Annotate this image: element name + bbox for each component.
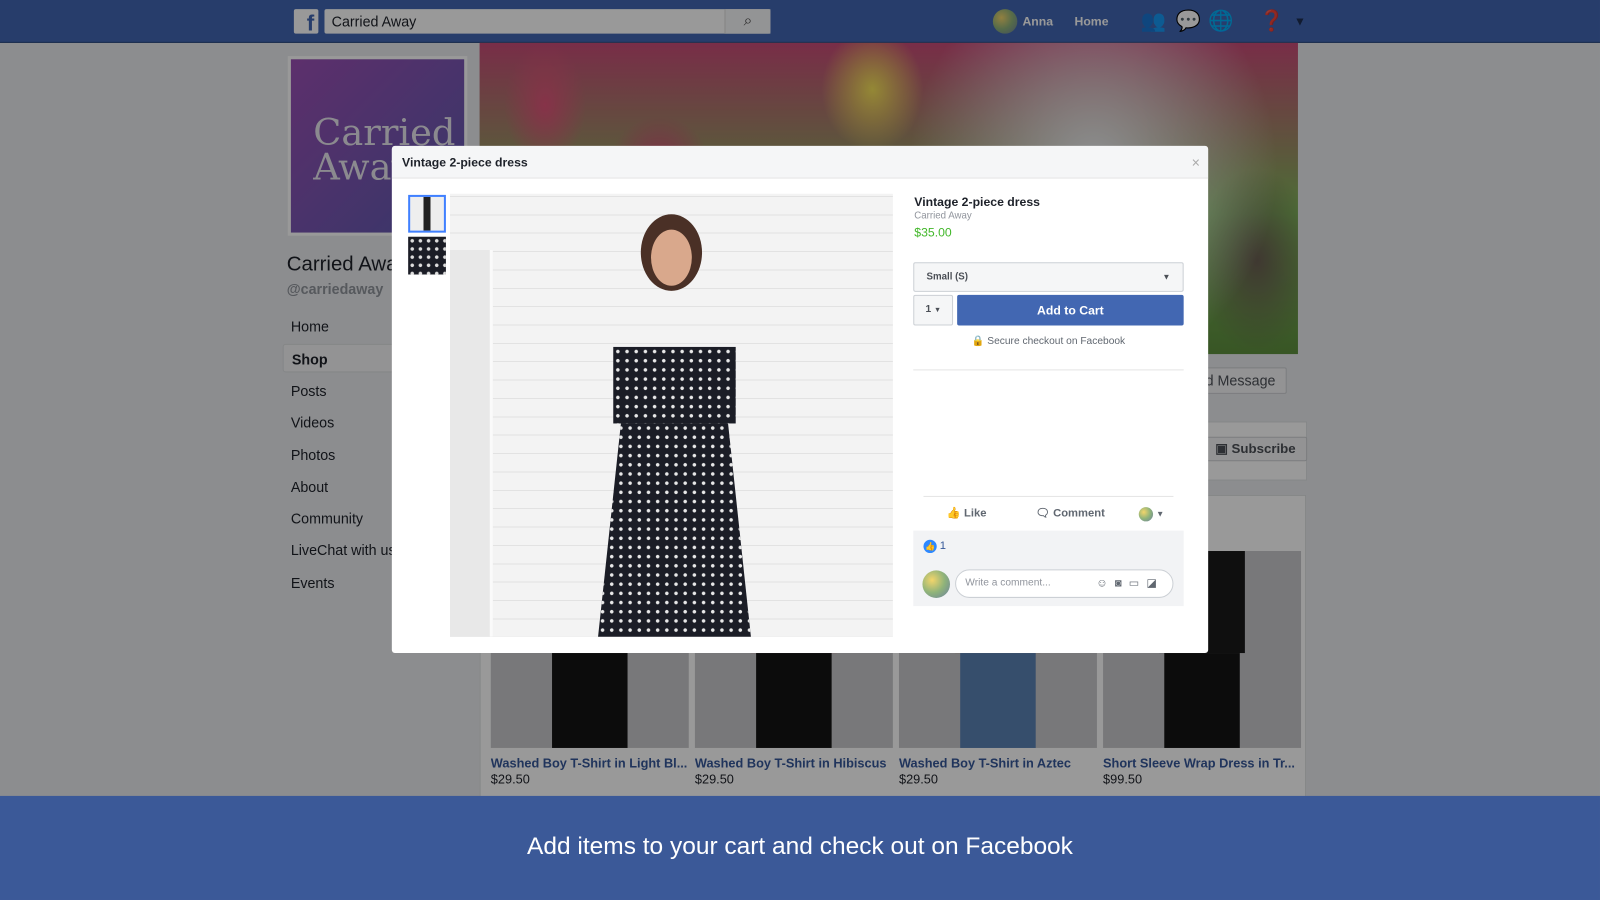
emoji-icon[interactable]: ☺ xyxy=(1096,578,1115,590)
product-title: Vintage 2-piece dress xyxy=(914,194,1040,210)
quantity-value: 1 xyxy=(925,304,932,316)
product-modal: Vintage 2-piece dress × Vintage 2-piece … xyxy=(391,145,1209,654)
comment-tools: ☺◙▭◪ xyxy=(1096,570,1164,597)
add-to-cart-button[interactable]: Add to Cart xyxy=(957,294,1184,326)
divider xyxy=(923,495,1174,497)
post-as-avatar[interactable] xyxy=(1138,507,1154,522)
lock-icon: 🔒 xyxy=(971,335,985,347)
gif-icon[interactable]: ▭ xyxy=(1129,578,1147,590)
comment-icon: 🗨 xyxy=(1035,507,1054,520)
thumbnail-1[interactable] xyxy=(408,194,446,233)
secure-text: Secure checkout on Facebook xyxy=(987,335,1126,347)
thumbnail-2[interactable] xyxy=(408,236,446,275)
secure-checkout-note: 🔒 Secure checkout on Facebook xyxy=(913,336,1183,347)
thumbs-up-icon: 👍 xyxy=(946,507,965,520)
quantity-select[interactable]: 1 ▼ xyxy=(913,294,954,326)
modal-title: Vintage 2-piece dress xyxy=(391,145,1209,179)
close-icon[interactable]: × xyxy=(1192,154,1200,170)
promo-banner: Add items to your cart and check out on … xyxy=(0,795,1600,900)
product-image xyxy=(449,193,893,637)
product-price: $35.00 xyxy=(914,225,952,240)
like-count[interactable]: 1 xyxy=(940,540,946,552)
commenter-avatar xyxy=(922,570,950,598)
chevron-down-icon: ▼ xyxy=(1162,272,1171,282)
like-reaction-icon: 👍 xyxy=(923,539,937,554)
camera-icon[interactable]: ◙ xyxy=(1115,578,1129,590)
shop-name[interactable]: Carried Away xyxy=(914,210,971,221)
like-button[interactable]: 👍 Like xyxy=(947,506,987,519)
comment-placeholder: Write a comment... xyxy=(965,577,1051,589)
size-select[interactable]: Small (S) ▼ xyxy=(913,262,1184,292)
comment-button[interactable]: 🗨 Comment xyxy=(1036,506,1105,519)
divider xyxy=(913,369,1184,371)
like-label: Like xyxy=(964,507,987,520)
chevron-down-icon: ▼ xyxy=(934,307,942,315)
comment-input[interactable]: Write a comment... ☺◙▭◪ xyxy=(955,569,1174,598)
size-value: Small (S) xyxy=(926,271,969,283)
chevron-down-icon[interactable]: ▼ xyxy=(1156,509,1164,518)
comment-label: Comment xyxy=(1053,507,1105,520)
sticker-icon[interactable]: ◪ xyxy=(1147,578,1165,590)
